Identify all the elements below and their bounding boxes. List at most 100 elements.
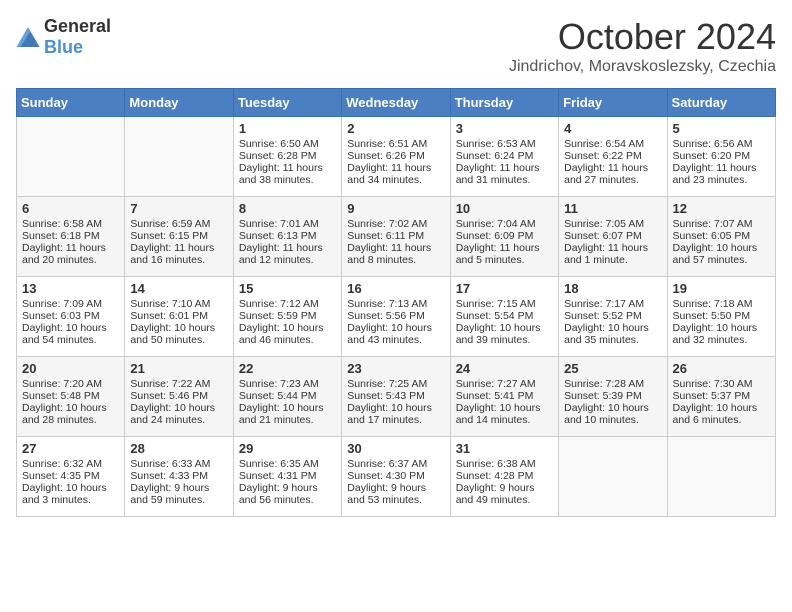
cell-content-line: Sunset: 5:52 PM [564,310,661,322]
location-subtitle: Jindrichov, Moravskoslezsky, Czechia [509,58,776,76]
title-block: October 2024 Jindrichov, Moravskoslezsky… [509,16,776,76]
cell-content-line: Sunset: 6:03 PM [22,310,119,322]
cell-content-line: Daylight: 10 hours and 39 minutes. [456,322,553,346]
day-number: 25 [564,361,661,376]
cell-content-line: Sunset: 6:15 PM [130,230,227,242]
cell-content-line: Sunset: 6:26 PM [347,150,444,162]
cell-content-line: Daylight: 10 hours and 6 minutes. [673,402,770,426]
cell-content-line: Daylight: 9 hours and 53 minutes. [347,482,444,506]
cell-content-line: Sunset: 5:54 PM [456,310,553,322]
cell-content-line: Daylight: 10 hours and 3 minutes. [22,482,119,506]
cell-content-line: Sunset: 6:22 PM [564,150,661,162]
cell-content-line: Sunrise: 7:23 AM [239,378,336,390]
cell-content-line: Sunset: 5:46 PM [130,390,227,402]
cell-content-line: Sunset: 5:59 PM [239,310,336,322]
calendar-cell: 10Sunrise: 7:04 AMSunset: 6:09 PMDayligh… [450,197,558,277]
cell-content-line: Sunrise: 7:28 AM [564,378,661,390]
week-row-5: 27Sunrise: 6:32 AMSunset: 4:35 PMDayligh… [17,437,776,517]
weekday-monday: Monday [125,89,233,117]
cell-content-line: Sunset: 6:09 PM [456,230,553,242]
cell-content-line: Sunrise: 7:02 AM [347,218,444,230]
calendar-cell: 27Sunrise: 6:32 AMSunset: 4:35 PMDayligh… [17,437,125,517]
day-number: 10 [456,201,553,216]
cell-content-line: Sunset: 4:35 PM [22,470,119,482]
cell-content-line: Sunrise: 7:30 AM [673,378,770,390]
cell-content-line: Sunset: 6:24 PM [456,150,553,162]
calendar-cell: 14Sunrise: 7:10 AMSunset: 6:01 PMDayligh… [125,277,233,357]
cell-content-line: Sunrise: 7:04 AM [456,218,553,230]
cell-content-line: Sunrise: 6:38 AM [456,458,553,470]
calendar-cell: 21Sunrise: 7:22 AMSunset: 5:46 PMDayligh… [125,357,233,437]
calendar-cell: 1Sunrise: 6:50 AMSunset: 6:28 PMDaylight… [233,117,341,197]
calendar-cell [125,117,233,197]
calendar-cell: 23Sunrise: 7:25 AMSunset: 5:43 PMDayligh… [342,357,450,437]
cell-content-line: Sunrise: 7:27 AM [456,378,553,390]
week-row-2: 6Sunrise: 6:58 AMSunset: 6:18 PMDaylight… [17,197,776,277]
cell-content-line: Daylight: 10 hours and 10 minutes. [564,402,661,426]
calendar-cell: 31Sunrise: 6:38 AMSunset: 4:28 PMDayligh… [450,437,558,517]
cell-content-line: Daylight: 10 hours and 14 minutes. [456,402,553,426]
day-number: 11 [564,201,661,216]
weekday-tuesday: Tuesday [233,89,341,117]
cell-content-line: Sunset: 4:31 PM [239,470,336,482]
month-title: October 2024 [509,16,776,58]
cell-content-line: Sunrise: 7:18 AM [673,298,770,310]
week-row-1: 1Sunrise: 6:50 AMSunset: 6:28 PMDaylight… [17,117,776,197]
cell-content-line: Sunset: 6:05 PM [673,230,770,242]
cell-content-line: Sunset: 5:48 PM [22,390,119,402]
calendar-cell: 20 Sunrise: 7:20 AMSunset: 5:48 PMDayligh… [17,357,125,437]
cell-content-line: Sunset: 4:33 PM [130,470,227,482]
day-number: 2 [347,121,444,136]
weekday-thursday: Thursday [450,89,558,117]
cell-content-line: Sunset: 6:11 PM [347,230,444,242]
cell-content-line: Daylight: 10 hours and 28 minutes. [22,402,119,426]
calendar-cell: 13Sunrise: 7:09 AMSunset: 6:03 PMDayligh… [17,277,125,357]
calendar-cell: 8Sunrise: 7:01 AMSunset: 6:13 PMDaylight… [233,197,341,277]
calendar-cell [667,437,775,517]
weekday-saturday: Saturday [667,89,775,117]
cell-content-line: Sunset: 5:39 PM [564,390,661,402]
cell-content-line: Daylight: 9 hours and 56 minutes. [239,482,336,506]
day-number: 31 [456,441,553,456]
cell-content-line: Sunrise: 6:33 AM [130,458,227,470]
cell-content-line: Daylight: 10 hours and 43 minutes. [347,322,444,346]
cell-content-line: Daylight: 9 hours and 59 minutes. [130,482,227,506]
cell-content-line: Sunrise: 7:20 AM [22,378,119,390]
day-number: 17 [456,281,553,296]
cell-content-line: Daylight: 10 hours and 50 minutes. [130,322,227,346]
cell-content-line: Daylight: 10 hours and 32 minutes. [673,322,770,346]
logo: General Blue [16,16,111,58]
week-row-4: 20Sunrise: 7:20 AMSunset: 5:48 PMDayligh… [17,357,776,437]
day-number: 9 [347,201,444,216]
calendar-cell: 18Sunrise: 7:17 AMSunset: 5:52 PMDayligh… [559,277,667,357]
cell-content-line: Daylight: 11 hours and 16 minutes. [130,242,227,266]
day-number: 18 [564,281,661,296]
weekday-friday: Friday [559,89,667,117]
cell-content-line: Sunset: 5:41 PM [456,390,553,402]
calendar-cell: 24Sunrise: 7:27 AMSunset: 5:41 PMDayligh… [450,357,558,437]
day-number: 20 [22,361,119,376]
cell-content-line: Daylight: 11 hours and 31 minutes. [456,162,553,186]
day-number: 13 [22,281,119,296]
cell-content-line: Daylight: 11 hours and 38 minutes. [239,162,336,186]
cell-content-line: Sunset: 6:07 PM [564,230,661,242]
cell-content-line: Sunrise: 6:37 AM [347,458,444,470]
cell-content-line: Sunset: 6:28 PM [239,150,336,162]
day-number: 26 [673,361,770,376]
calendar-cell: 4Sunrise: 6:54 AMSunset: 6:22 PMDaylight… [559,117,667,197]
day-number: 1 [239,121,336,136]
day-number: 14 [130,281,227,296]
calendar-cell: 9 Sunrise: 7:02 AMSunset: 6:11 PMDaylight… [342,197,450,277]
day-number: 15 [239,281,336,296]
cell-content-line: Sunrise: 6:51 AM [347,138,444,150]
day-number: 5 [673,121,770,136]
calendar-cell: 11Sunrise: 7:05 AMSunset: 6:07 PMDayligh… [559,197,667,277]
cell-content-line: Daylight: 10 hours and 57 minutes. [673,242,770,266]
cell-content-line: Daylight: 11 hours and 34 minutes. [347,162,444,186]
calendar-cell [17,117,125,197]
calendar-table: SundayMondayTuesdayWednesdayThursdayFrid… [16,88,776,517]
cell-content-line: Sunrise: 6:59 AM [130,218,227,230]
day-number: 4 [564,121,661,136]
cell-content-line: Daylight: 11 hours and 8 minutes. [347,242,444,266]
week-row-3: 13Sunrise: 7:09 AMSunset: 6:03 PMDayligh… [17,277,776,357]
